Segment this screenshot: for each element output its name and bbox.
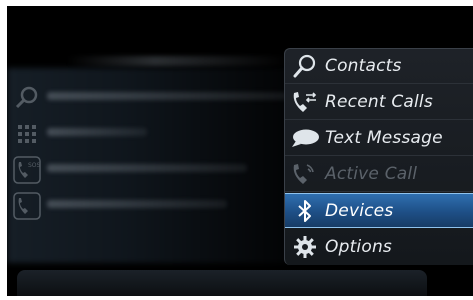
search-icon [15, 86, 38, 109]
menu-item-options[interactable]: Options [285, 229, 473, 264]
background-header-blur [67, 56, 287, 66]
blurred-entry [47, 164, 247, 172]
background-row-search [7, 80, 292, 114]
background-row-call [7, 188, 292, 222]
head-unit-screen: SOS Contacts Recent Calls Text Message A… [7, 6, 473, 296]
background-row-sos: SOS [7, 152, 292, 186]
bottom-bar [17, 270, 427, 296]
blurred-entry [47, 92, 287, 100]
menu-item-active-call[interactable]: Active Call [285, 157, 473, 192]
background-row-keypad [7, 116, 292, 150]
menu-item-label: Options [325, 236, 392, 257]
keypad-icon [18, 125, 36, 143]
menu-item-label: Active Call [325, 164, 418, 184]
phone-arrows-icon [285, 85, 325, 120]
blurred-entry [47, 200, 227, 208]
menu-item-recent-calls[interactable]: Recent Calls [285, 85, 473, 120]
blurred-entry [47, 128, 147, 136]
svg-text:SOS: SOS [28, 162, 41, 169]
gear-icon [285, 229, 325, 264]
menu-item-contacts[interactable]: Contacts [285, 49, 473, 84]
speech-bubble-icon [285, 121, 325, 156]
menu-item-text-message[interactable]: Text Message [285, 121, 473, 156]
sos-phone-icon: SOS [13, 156, 41, 184]
menu-item-label: Devices [325, 200, 394, 221]
phone-active-icon [285, 157, 325, 192]
telephone-menu: Contacts Recent Calls Text Message Activ… [284, 48, 473, 265]
phone-icon [13, 192, 41, 220]
bluetooth-icon [285, 193, 325, 228]
menu-item-devices[interactable]: Devices [285, 193, 473, 228]
menu-item-label: Contacts [325, 56, 402, 76]
search-icon [285, 49, 325, 84]
menu-item-label: Text Message [325, 128, 443, 148]
menu-item-label: Recent Calls [325, 92, 433, 112]
